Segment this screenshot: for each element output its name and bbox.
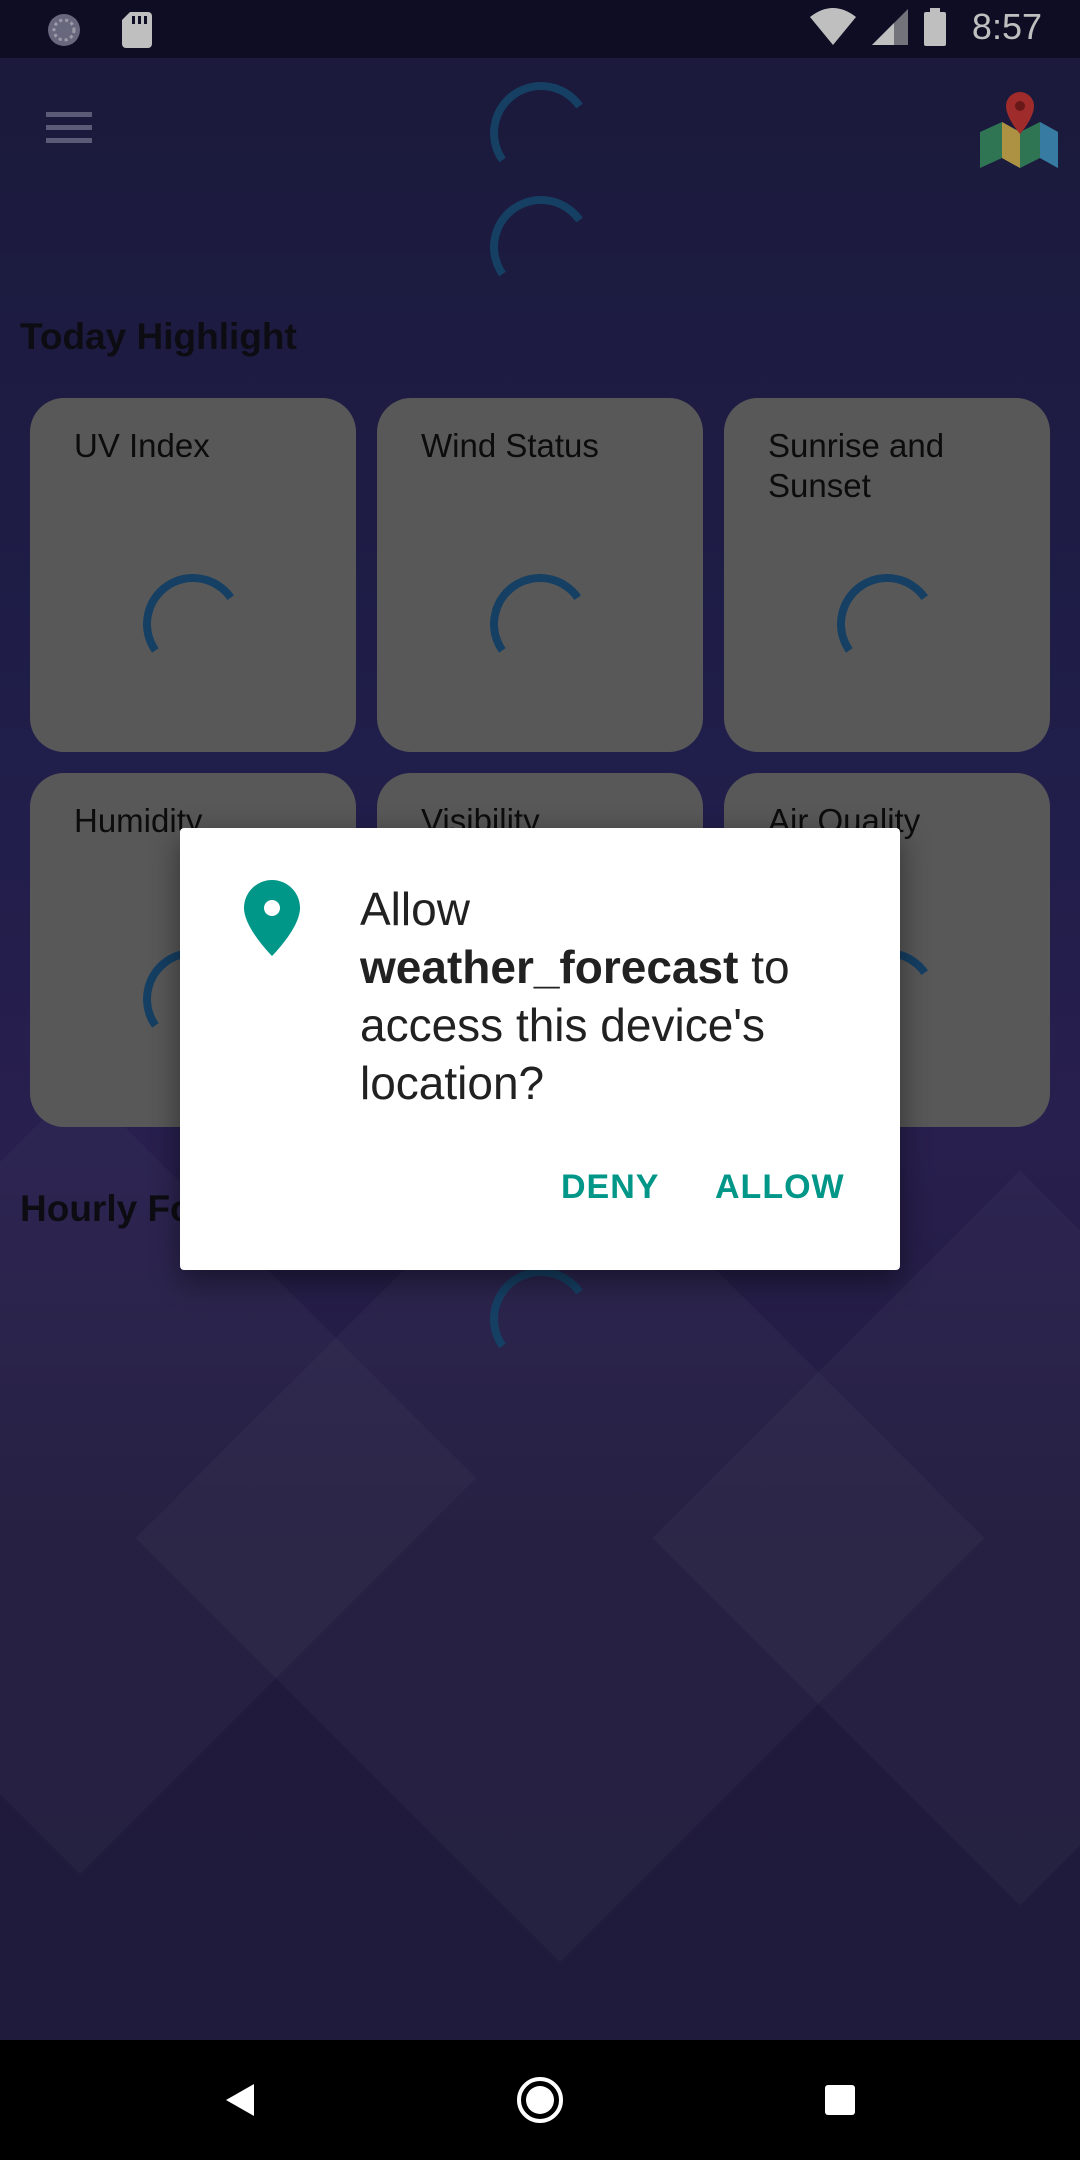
message-prefix: Allow bbox=[360, 883, 470, 935]
home-button[interactable] bbox=[510, 2070, 570, 2130]
location-pin-icon bbox=[244, 880, 300, 956]
recents-square-icon bbox=[825, 2085, 855, 2115]
home-circle-icon bbox=[517, 2077, 563, 2123]
permission-message: Allow weather_forecast to access this dev… bbox=[360, 880, 860, 1112]
back-button[interactable] bbox=[210, 2070, 270, 2130]
deny-button[interactable]: DENY bbox=[561, 1168, 659, 1207]
back-triangle-icon bbox=[226, 2084, 254, 2116]
location-permission-dialog: Allow weather_forecast to access this dev… bbox=[180, 828, 900, 1270]
navigation-bar bbox=[0, 2040, 1080, 2160]
allow-button[interactable]: ALLOW bbox=[715, 1168, 845, 1207]
recents-button[interactable] bbox=[810, 2070, 870, 2130]
app-name: weather_forecast bbox=[360, 941, 739, 993]
